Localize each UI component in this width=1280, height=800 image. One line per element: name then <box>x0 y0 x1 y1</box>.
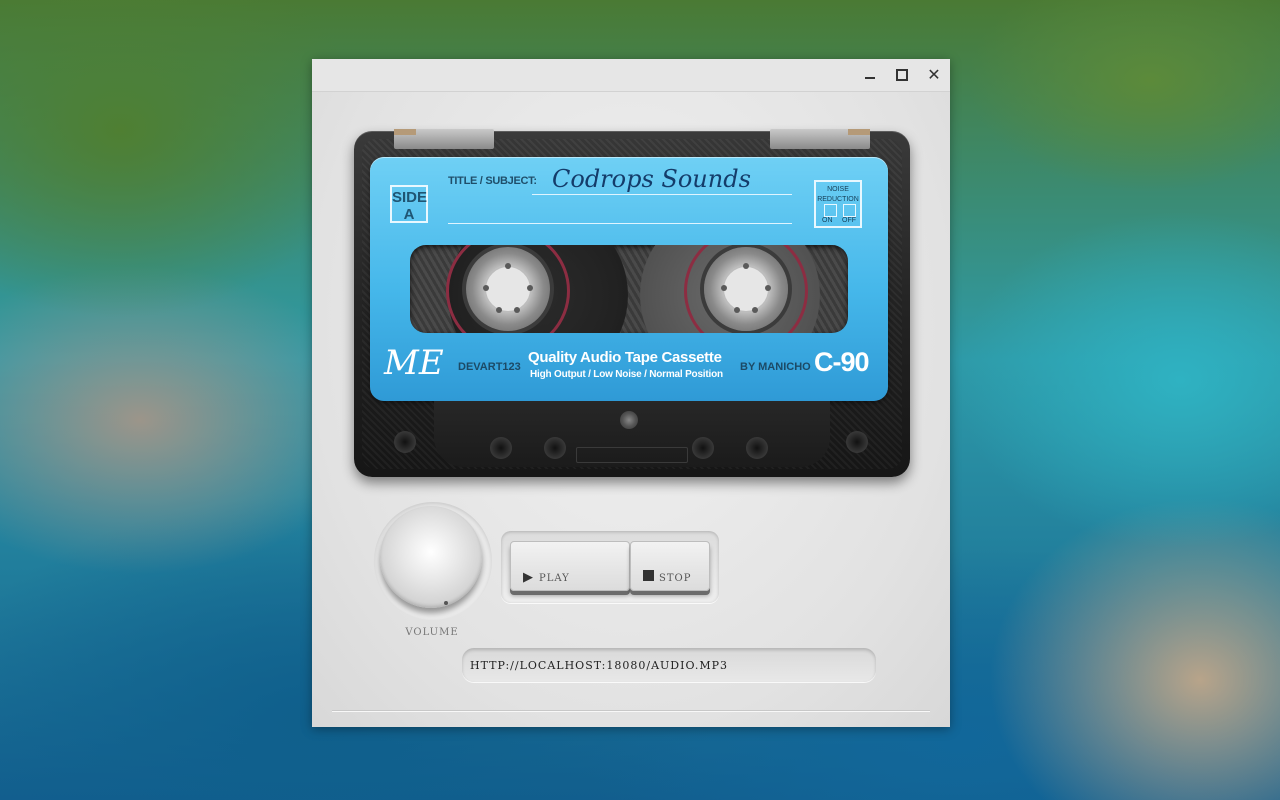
reel-tooth <box>483 285 489 291</box>
side-indicator: SIDE A <box>390 185 428 223</box>
reel-tooth <box>734 307 740 313</box>
noise-on-checkbox <box>824 204 837 217</box>
cassette-hole <box>394 431 416 453</box>
reel-tooth <box>743 263 749 269</box>
play-label: PLAY <box>539 573 570 584</box>
subject-line <box>448 223 792 224</box>
transport-controls: ▶ PLAY STOP <box>501 531 719 603</box>
reel-tooth <box>752 307 758 313</box>
reel-left <box>466 247 550 331</box>
tape-window <box>410 245 848 333</box>
maximize-button[interactable] <box>892 65 912 85</box>
app-window: ✕ SIDE A TITLE / SUBJECT: Codrops Sounds… <box>312 59 950 727</box>
reel-tooth <box>496 307 502 313</box>
title-bar[interactable]: ✕ <box>312 59 950 92</box>
minimize-icon <box>865 77 875 79</box>
side-text: SIDE <box>392 189 428 206</box>
cassette-slot <box>576 447 688 463</box>
quality-subtitle: High Output / Low Noise / Normal Positio… <box>530 369 723 380</box>
reel-tooth <box>765 285 771 291</box>
tape-title: Codrops Sounds <box>552 165 751 193</box>
volume-indicator-dot <box>444 601 448 605</box>
stop-label: STOP <box>659 573 692 584</box>
title-subject-label: TITLE / SUBJECT: <box>448 175 537 187</box>
cassette-label: SIDE A TITLE / SUBJECT: Codrops Sounds N… <box>370 157 888 401</box>
tape-type: C-90 <box>814 347 870 377</box>
noise-on-label: ON <box>822 217 833 224</box>
title-line <box>532 194 792 195</box>
maximize-icon <box>896 69 908 81</box>
close-icon: ✕ <box>927 65 941 84</box>
noise-off-label: OFF <box>842 217 856 224</box>
brand-code: DEVART123 <box>458 361 521 373</box>
side-letter: A <box>403 206 415 223</box>
play-button[interactable]: ▶ PLAY <box>510 541 630 591</box>
play-icon: ▶ <box>523 570 533 585</box>
reel-tooth <box>527 285 533 291</box>
cassette-hole <box>746 437 768 459</box>
center-screw <box>620 411 638 429</box>
cassette-tab-left <box>394 129 494 149</box>
stop-button[interactable]: STOP <box>630 541 710 591</box>
noise-off-checkbox <box>843 204 856 217</box>
reel-tooth <box>721 285 727 291</box>
minimize-button[interactable] <box>860 65 880 85</box>
brand-by: BY MANICHO <box>740 361 811 373</box>
brand-logo: ME <box>384 343 444 383</box>
noise-reduction-title: NOISE REDUCTION <box>817 186 859 203</box>
cassette-tape: SIDE A TITLE / SUBJECT: Codrops Sounds N… <box>354 129 910 477</box>
close-button[interactable]: ✕ <box>924 65 944 85</box>
volume-label: VOLUME <box>405 627 459 638</box>
bottom-divider <box>332 710 930 711</box>
cassette-hole <box>544 437 566 459</box>
audio-url-input[interactable] <box>462 648 876 682</box>
reel-tooth <box>514 307 520 313</box>
cassette-tab-right <box>770 129 870 149</box>
noise-reduction-box: NOISE REDUCTION ON OFF <box>814 180 862 228</box>
quality-title: Quality Audio Tape Cassette <box>528 349 722 366</box>
cassette-hole <box>846 431 868 453</box>
stop-icon <box>643 570 654 581</box>
volume-knob[interactable] <box>380 506 482 608</box>
cassette-hole <box>692 437 714 459</box>
cassette-hole <box>490 437 512 459</box>
reel-right <box>704 247 788 331</box>
reel-tooth <box>505 263 511 269</box>
